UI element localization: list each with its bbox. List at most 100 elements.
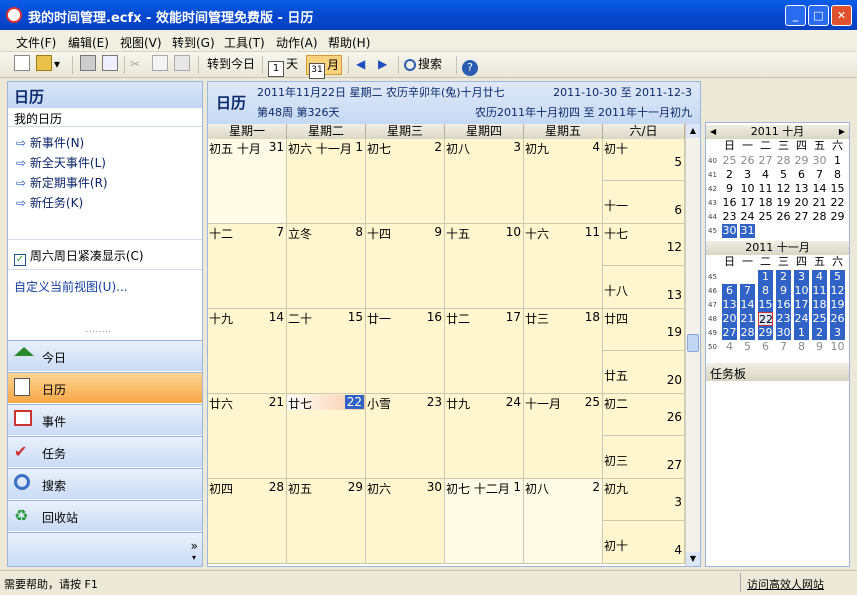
sunday-cell[interactable]: 十一 6 xyxy=(603,181,685,224)
minical-day[interactable]: 11 xyxy=(758,182,773,196)
minical-day[interactable]: 10 xyxy=(830,340,845,354)
minical-day[interactable]: 18 xyxy=(812,298,827,312)
day-cell[interactable]: 十一月 25 xyxy=(524,394,603,479)
minical-day[interactable]: 29 xyxy=(794,154,809,168)
new-event-link[interactable]: ⇨ 新事件(N) xyxy=(16,134,84,151)
day-cell[interactable]: 十四 9 xyxy=(366,224,445,309)
minical-day[interactable]: 27 xyxy=(794,210,809,224)
minical-day[interactable]: 5 xyxy=(740,340,755,354)
minical-day[interactable]: 7 xyxy=(776,340,791,354)
help-icon[interactable]: ? xyxy=(462,55,480,76)
minical-day[interactable]: 28 xyxy=(740,326,755,340)
goto-today-button[interactable]: 转到今日 xyxy=(207,55,255,75)
day-cell[interactable]: 廿三 18 xyxy=(524,309,603,394)
minical-day[interactable]: 3 xyxy=(794,270,809,284)
saturday-cell[interactable]: 廿四 19 xyxy=(603,309,685,351)
print-icon[interactable] xyxy=(80,55,98,75)
minical-day[interactable]: 6 xyxy=(758,340,773,354)
month-view-button[interactable]: 31 月 xyxy=(306,55,343,79)
minical-day[interactable]: 9 xyxy=(776,284,791,298)
day-cell[interactable]: 廿七 22 xyxy=(287,394,366,479)
minical-day[interactable]: 2 xyxy=(776,270,791,284)
day-cell[interactable]: 十六 11 xyxy=(524,224,603,309)
new-recurring-event-link[interactable]: ⇨ 新定期事件(R) xyxy=(16,174,108,191)
minical-day[interactable]: 12 xyxy=(830,284,845,298)
day-cell[interactable]: 初四 28 xyxy=(208,479,287,564)
minical-day[interactable]: 27 xyxy=(722,326,737,340)
day-cell[interactable]: 初七 十二月 1 xyxy=(445,479,524,564)
sunday-cell[interactable]: 十八 13 xyxy=(603,266,685,309)
menu-view[interactable]: 视图(V) xyxy=(120,34,162,51)
close-button[interactable]: ✕ xyxy=(831,5,852,26)
splitter-grip[interactable]: ········ xyxy=(86,329,126,336)
minical-day[interactable]: 9 xyxy=(812,340,827,354)
minical-day[interactable]: 1 xyxy=(794,326,809,340)
minical-day[interactable]: 14 xyxy=(812,182,827,196)
minical-day[interactable]: 10 xyxy=(794,284,809,298)
day-cell[interactable]: 廿一 16 xyxy=(366,309,445,394)
menu-edit[interactable]: 编辑(E) xyxy=(68,34,109,51)
nav-today[interactable]: 今日 xyxy=(8,340,202,371)
minical-day[interactable]: 7 xyxy=(812,168,827,182)
minical-day[interactable]: 13 xyxy=(722,298,737,312)
minical-day[interactable]: 26 xyxy=(776,210,791,224)
minical-day[interactable]: 4 xyxy=(812,270,827,284)
new-task-link[interactable]: ⇨ 新任务(K) xyxy=(16,194,83,211)
new-allday-event-link[interactable]: ⇨ 新全天事件(L) xyxy=(16,154,106,171)
compact-weekend-checkbox[interactable]: ✓ 周六周日紧凑显示(C) xyxy=(14,247,144,266)
minical-day[interactable]: 12 xyxy=(776,182,791,196)
next-arrow-icon[interactable]: ▶ xyxy=(378,55,387,75)
month-grid[interactable]: 星期一 星期二 星期三 星期四 星期五 六/日 初五 十月 31 初六 十一月 1 初七 2 初八 3 初九… xyxy=(208,124,685,566)
minical-november[interactable]: 日一二三四五六 45 1 2 3 4 5 46 6 7 8 9 10 11 12 47 13 14 15 16 17 18… xyxy=(706,255,849,355)
minical-day[interactable]: 3 xyxy=(830,326,845,340)
minical-day[interactable]: 31 xyxy=(740,224,755,238)
day-cell[interactable]: 初八 3 xyxy=(445,139,524,224)
cut-icon[interactable]: ✂ xyxy=(130,55,140,75)
minical-day[interactable]: 23 xyxy=(776,312,791,326)
saturday-cell[interactable]: 初九 3 xyxy=(603,479,685,521)
nav-calendar[interactable]: 日历 xyxy=(8,372,202,403)
menu-tools[interactable]: 工具(T) xyxy=(224,34,265,51)
minical-day[interactable]: 15 xyxy=(758,298,773,312)
day-cell[interactable]: 廿六 21 xyxy=(208,394,287,479)
minical-day[interactable]: 2 xyxy=(812,326,827,340)
minical-next-icon[interactable]: ▶ xyxy=(839,125,845,139)
minical-day[interactable]: 1 xyxy=(830,154,845,168)
saturday-cell[interactable]: 十七 12 xyxy=(603,224,685,266)
menu-goto[interactable]: 转到(G) xyxy=(172,34,215,51)
minical-day[interactable]: 22 xyxy=(830,196,845,210)
minical-day[interactable]: 25 xyxy=(722,154,737,168)
day-cell[interactable]: 初五 29 xyxy=(287,479,366,564)
paste-icon[interactable] xyxy=(174,55,192,75)
day-cell[interactable]: 初七 2 xyxy=(366,139,445,224)
minical-day[interactable]: 24 xyxy=(794,312,809,326)
customize-view-link[interactable]: 自定义当前视图(U)... xyxy=(14,278,128,295)
minical-day[interactable]: 30 xyxy=(722,224,737,238)
minical-day[interactable]: 7 xyxy=(740,284,755,298)
minical-day[interactable]: 17 xyxy=(740,196,755,210)
minical-day[interactable]: 21 xyxy=(812,196,827,210)
minical-day[interactable]: 20 xyxy=(722,312,737,326)
day-view-button[interactable]: 1天 xyxy=(268,55,298,77)
open-folder-icon[interactable]: ▾ xyxy=(36,55,60,75)
day-cell[interactable]: 初九 4 xyxy=(524,139,603,224)
day-cell[interactable]: 初八 2 xyxy=(524,479,603,564)
scroll-thumb[interactable] xyxy=(687,334,699,352)
day-cell[interactable]: 十九 14 xyxy=(208,309,287,394)
minical-day[interactable]: 22 xyxy=(758,312,773,326)
minical-october[interactable]: 日一二三四五六 40 25 26 27 28 29 30 1 41 2 3 4 5 6 7 8 42 9 10 11 12… xyxy=(706,139,849,239)
menu-file[interactable]: 文件(F) xyxy=(16,34,56,51)
minical-day[interactable]: 17 xyxy=(794,298,809,312)
copy-icon[interactable] xyxy=(152,55,170,75)
day-cell[interactable]: 二十 15 xyxy=(287,309,366,394)
minical-day[interactable]: 25 xyxy=(758,210,773,224)
minical-day[interactable]: 26 xyxy=(830,312,845,326)
minical-day[interactable]: 30 xyxy=(776,326,791,340)
minical-day[interactable]: 26 xyxy=(740,154,755,168)
minical-day[interactable]: 5 xyxy=(830,270,845,284)
minical-day[interactable]: 24 xyxy=(740,210,755,224)
minical-day[interactable]: 6 xyxy=(722,284,737,298)
minical-day[interactable]: 11 xyxy=(812,284,827,298)
prev-arrow-icon[interactable]: ◀ xyxy=(356,55,365,75)
minical-day[interactable]: 16 xyxy=(722,196,737,210)
